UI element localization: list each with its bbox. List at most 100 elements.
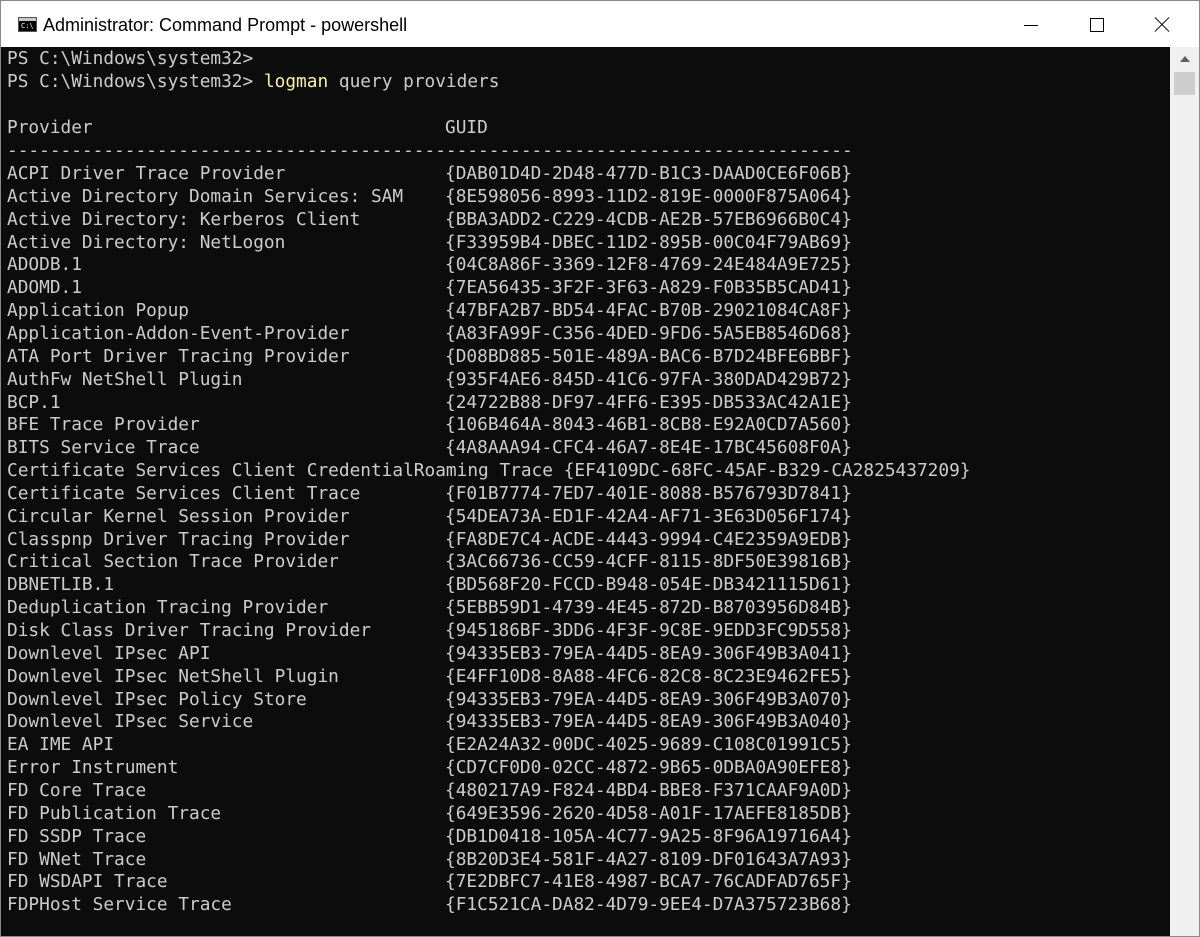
- provider-name: Disk Class Driver Tracing Provider: [7, 620, 371, 641]
- provider-row: Classpnp Driver Tracing Provider: [7, 528, 350, 551]
- provider-name: Downlevel IPsec API: [7, 642, 211, 664]
- provider-row: BCP.1: [7, 391, 61, 414]
- provider-name: Certificate Services Client CredentialRo…: [7, 460, 553, 482]
- provider-row: Application-Addon-Event-Provider: [7, 322, 350, 345]
- provider-name: Certificate Services Client Trace: [7, 482, 361, 504]
- provider-row: AuthFw NetShell Plugin: [7, 368, 243, 391]
- provider-row: Downlevel IPsec API: [7, 642, 210, 665]
- provider-name: FDPHost Service Trace: [7, 894, 232, 916]
- provider-guid: {DAB01D4D-2D48-477D-B1C3-DAAD0CE6F06B}: [445, 163, 852, 184]
- maximize-button[interactable]: [1064, 1, 1130, 47]
- provider-guid: {945186BF-3DD6-4F3F-9C8E-9EDD3FC9D558}: [445, 620, 852, 641]
- provider-guid: {7EA56435-3F2F-3F63-A829-F0B35B5CAD41}: [445, 277, 852, 299]
- command-args: query providers: [328, 71, 500, 92]
- provider-row: Deduplication Tracing Provider: [7, 596, 328, 619]
- provider-guid: {DB1D0418-105A-4C77-9A25-8F96A19716A4}: [445, 825, 852, 847]
- provider-guid: {94335EB3-79EA-44D5-8EA9-306F49B3A041}: [445, 642, 852, 664]
- provider-guid: {47BFA2B7-BD54-4FAC-B70B-29021084CA8F}: [445, 300, 852, 322]
- provider-name: FD WNet Trace: [7, 848, 147, 870]
- provider-row: EA IME API: [7, 733, 114, 756]
- provider-name: Deduplication Tracing Provider: [7, 597, 329, 619]
- provider-name: BFE Trace Provider: [7, 414, 200, 436]
- provider-row: ADOMD.1: [7, 276, 82, 299]
- provider-name: Application-Addon-Event-Provider: [7, 322, 350, 344]
- provider-row: ADODB.1: [7, 253, 82, 276]
- provider-row: Downlevel IPsec Service: [7, 710, 253, 733]
- provider-name: ACPI Driver Trace Provider: [7, 163, 286, 184]
- provider-name: FD Publication Trace: [7, 802, 222, 824]
- prompt-text: PS C:\Windows\system32>: [7, 71, 264, 92]
- provider-guid: {54DEA73A-ED1F-42A4-AF71-3E63D056F174}: [445, 505, 852, 527]
- close-button[interactable]: [1130, 1, 1196, 47]
- prompt-line: PS C:\Windows\system32>: [7, 48, 254, 69]
- vertical-scrollbar[interactable]: [1170, 47, 1199, 936]
- provider-name: Classpnp Driver Tracing Provider: [7, 528, 350, 550]
- provider-guid: {106B464A-8043-46B1-8CB8-E92A0CD7A560}: [445, 414, 852, 436]
- provider-guid: {F01B7774-7ED7-401E-8088-B576793D7841}: [445, 482, 852, 504]
- provider-row: Downlevel IPsec Policy Store: [7, 688, 307, 711]
- provider-guid: {EF4109DC-68FC-45AF-B329-CA2825437209}: [563, 460, 971, 482]
- provider-name: EA IME API: [7, 734, 115, 756]
- command-line: PS C:\Windows\system32> logman query pro…: [7, 70, 499, 93]
- provider-name: Downlevel IPsec Service: [7, 711, 254, 733]
- provider-guid: {649E3596-2620-4D58-A01F-17AEFE8185DB}: [445, 802, 852, 824]
- provider-name: Downlevel IPsec NetShell Plugin: [7, 665, 339, 687]
- header-provider: Provider: [7, 117, 93, 138]
- provider-name: Downlevel IPsec Policy Store: [7, 688, 307, 710]
- provider-row: ACPI Driver Trace Provider: [7, 162, 285, 185]
- provider-guid: {935F4AE6-845D-41C6-97FA-380DAD429B72}: [445, 368, 852, 390]
- provider-name: Critical Section Trace Provider: [7, 551, 339, 573]
- provider-row: DBNETLIB.1: [7, 573, 114, 596]
- scroll-up-arrow-icon[interactable]: [1170, 47, 1199, 71]
- provider-row: Disk Class Driver Tracing Provider: [7, 619, 371, 642]
- provider-name: Application Popup: [7, 300, 189, 322]
- scrollbar-thumb[interactable]: [1174, 72, 1195, 95]
- cmd-icon[interactable]: C:\: [18, 17, 37, 32]
- provider-row: FDPHost Service Trace: [7, 893, 232, 916]
- provider-row: FD WNet Trace: [7, 848, 146, 871]
- header-guid: GUID: [445, 117, 488, 138]
- provider-guid: {4A8AAA94-CFC4-46A7-8E4E-17BC45608F0A}: [445, 437, 852, 459]
- provider-row: Critical Section Trace Provider: [7, 550, 339, 573]
- provider-row: FD Core Trace: [7, 779, 146, 802]
- provider-guid: {94335EB3-79EA-44D5-8EA9-306F49B3A040}: [445, 711, 852, 733]
- command-prompt-window: C:\ Administrator: Command Prompt - powe…: [0, 0, 1200, 937]
- provider-row: FD Publication Trace: [7, 802, 221, 825]
- provider-name: FD Core Trace: [7, 779, 147, 801]
- provider-name: AuthFw NetShell Plugin: [7, 368, 243, 390]
- provider-guid: {04C8A86F-3369-12F8-4769-24E484A9E725}: [445, 254, 852, 276]
- provider-row: FD WSDAPI Trace: [7, 870, 168, 893]
- provider-guid: {F1C521CA-DA82-4D79-9EE4-D7A375723B68}: [445, 894, 852, 916]
- header-row: Provider: [7, 116, 93, 139]
- close-icon: [1154, 17, 1170, 33]
- title-bar[interactable]: C:\ Administrator: Command Prompt - powe…: [1, 1, 1199, 47]
- provider-row: ATA Port Driver Tracing Provider: [7, 345, 350, 368]
- provider-name: Error Instrument: [7, 757, 179, 779]
- minimize-button[interactable]: [998, 1, 1064, 47]
- provider-name: DBNETLIB.1: [7, 574, 115, 596]
- provider-guid: {E4FF10D8-8A88-4FC6-82C8-8C23E9462FE5}: [445, 665, 852, 687]
- provider-name: FD SSDP Trace: [7, 825, 147, 847]
- console-output[interactable]: PS C:\Windows\system32> PS C:\Windows\sy…: [1, 47, 1170, 936]
- provider-name: ADODB.1: [7, 254, 82, 276]
- provider-name: Active Directory: Kerberos Client: [7, 208, 361, 230]
- maximize-icon: [1090, 18, 1104, 32]
- provider-name: BITS Service Trace: [7, 437, 200, 459]
- provider-name: FD WSDAPI Trace: [7, 871, 168, 893]
- provider-guid: {3AC66736-CC59-4CFF-8115-8DF50E39816B}: [445, 551, 852, 573]
- provider-guid: {FA8DE7C4-ACDE-4443-9994-C4E2359A9EDB}: [445, 528, 852, 550]
- provider-guid: {8E598056-8993-11D2-819E-0000F875A064}: [445, 185, 852, 207]
- provider-row: Certificate Services Client CredentialRo…: [7, 459, 971, 482]
- provider-name: BCP.1: [7, 391, 61, 413]
- provider-row: Circular Kernel Session Provider: [7, 505, 350, 528]
- provider-name: ATA Port Driver Tracing Provider: [7, 345, 350, 367]
- separator-line: ----------------------------------------…: [7, 140, 853, 161]
- provider-name: ADOMD.1: [7, 277, 82, 299]
- provider-guid: {A83FA99F-C356-4DED-9FD6-5A5EB8546D68}: [445, 322, 852, 344]
- provider-name: Active Directory Domain Services: SAM: [7, 185, 404, 207]
- provider-guid: {D08BD885-501E-489A-BAC6-B7D24BFE6BBF}: [445, 345, 852, 367]
- provider-row: Active Directory Domain Services: SAM: [7, 185, 403, 208]
- provider-guid: {7E2DBFC7-41E8-4987-BCA7-76CADFAD765F}: [445, 871, 852, 893]
- provider-name: Circular Kernel Session Provider: [7, 505, 350, 527]
- provider-guid: {5EBB59D1-4739-4E45-872D-B8703956D84B}: [445, 597, 852, 619]
